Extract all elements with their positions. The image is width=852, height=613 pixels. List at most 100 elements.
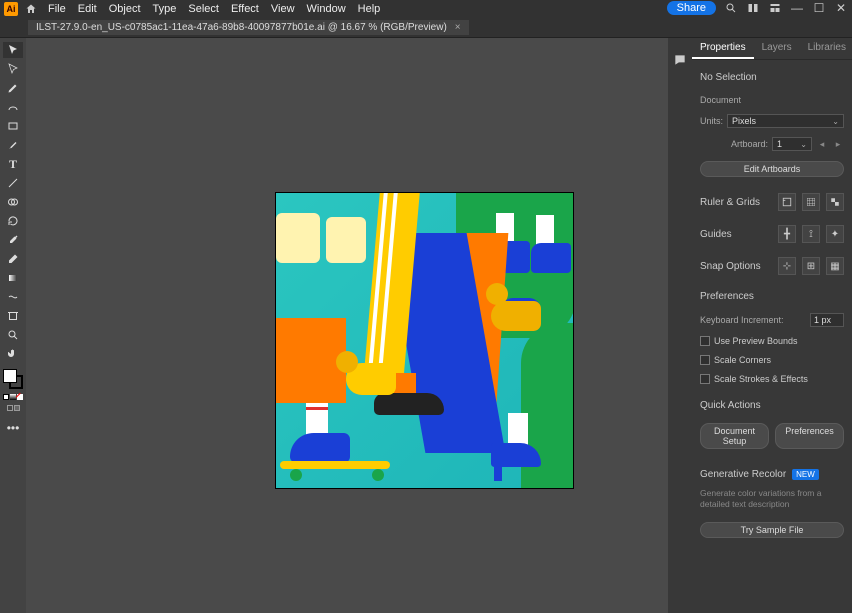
hand-tool-icon[interactable]	[3, 346, 23, 362]
type-tool-icon[interactable]: T	[3, 156, 23, 172]
artboard-tool-icon[interactable]	[3, 308, 23, 324]
use-preview-bounds-checkbox[interactable]: Use Preview Bounds	[700, 336, 844, 346]
workspace-icon[interactable]	[768, 1, 782, 15]
eraser-tool-icon[interactable]	[3, 251, 23, 267]
new-badge: NEW	[792, 469, 819, 480]
menu-items: File Edit Object Type Select Effect View…	[48, 3, 380, 15]
generative-recolor-desc: Generate color variations from a detaile…	[700, 488, 844, 510]
selection-tool-icon[interactable]	[3, 42, 23, 58]
home-icon[interactable]	[24, 2, 38, 16]
smart-guides-icon[interactable]: ✦	[826, 225, 844, 243]
ruler-icon[interactable]	[778, 193, 796, 211]
snap-point-icon[interactable]: ⊹	[778, 257, 796, 275]
tab-layers[interactable]: Layers	[754, 38, 800, 59]
cb-label: Scale Strokes & Effects	[714, 374, 808, 384]
units-label: Units:	[700, 116, 723, 126]
no-selection-label: No Selection	[700, 72, 844, 83]
chevron-down-icon: ⌄	[832, 117, 839, 126]
scale-corners-checkbox[interactable]: Scale Corners	[700, 355, 844, 365]
artboard-dropdown[interactable]: 1 ⌄	[772, 137, 812, 151]
quick-actions-label: Quick Actions	[700, 400, 844, 411]
maximize-icon[interactable]: ☐	[812, 1, 826, 15]
document-tabbar: ILST-27.9.0-en_US-c0785ac1-11ea-47a6-89b…	[0, 18, 852, 38]
minimize-icon[interactable]: —	[790, 1, 804, 15]
fill-swatch[interactable]	[3, 369, 17, 383]
curvature-tool-icon[interactable]	[3, 99, 23, 115]
rotate-tool-icon[interactable]	[3, 213, 23, 229]
tab-title: ILST-27.9.0-en_US-c0785ac1-11ea-47a6-89b…	[36, 22, 447, 33]
document-section-label: Document	[700, 95, 844, 105]
menu-type[interactable]: Type	[153, 3, 177, 15]
width-tool-icon[interactable]	[3, 289, 23, 305]
key-increment-label: Keyboard Increment:	[700, 315, 806, 325]
workspace: T •••	[0, 38, 852, 613]
document-setup-button[interactable]: Document Setup	[700, 423, 769, 449]
artboard-label: Artboard:	[731, 139, 768, 149]
prev-artboard-button[interactable]: ◂	[816, 139, 828, 150]
rectangle-tool-icon[interactable]	[3, 118, 23, 134]
draw-mode-icons[interactable]	[7, 405, 20, 411]
show-guides-icon[interactable]: ╋	[778, 225, 796, 243]
right-dock-strip	[668, 38, 692, 613]
edit-toolbar-icon[interactable]: •••	[3, 420, 23, 436]
direct-selection-tool-icon[interactable]	[3, 61, 23, 77]
pen-tool-icon[interactable]	[3, 80, 23, 96]
menu-window[interactable]: Window	[307, 3, 346, 15]
cb-label: Scale Corners	[714, 355, 771, 365]
gradient-tool-icon[interactable]	[3, 270, 23, 286]
scale-strokes-checkbox[interactable]: Scale Strokes & Effects	[700, 374, 844, 384]
shape-builder-tool-icon[interactable]	[3, 194, 23, 210]
tab-close-icon[interactable]: ×	[455, 22, 461, 33]
cb-label: Use Preview Bounds	[714, 336, 798, 346]
snap-options-label: Snap Options	[700, 261, 761, 272]
guides-label: Guides	[700, 229, 732, 240]
units-dropdown[interactable]: Pixels ⌄	[727, 114, 844, 128]
chevron-down-icon: ⌄	[800, 140, 807, 149]
units-value: Pixels	[732, 116, 756, 126]
menu-help[interactable]: Help	[358, 3, 381, 15]
arrange-icon[interactable]	[746, 1, 760, 15]
menubar: Ai File Edit Object Type Select Effect V…	[0, 0, 852, 18]
tab-libraries[interactable]: Libraries	[800, 38, 852, 59]
artboard-value: 1	[777, 139, 782, 149]
artboard[interactable]	[276, 193, 573, 488]
menubar-right: Share — ☐ ✕	[667, 1, 848, 15]
panel-tabs: Properties Layers Libraries	[692, 38, 852, 60]
menu-edit[interactable]: Edit	[78, 3, 97, 15]
tab-properties[interactable]: Properties	[692, 38, 754, 59]
zoom-tool-icon[interactable]	[3, 327, 23, 343]
menu-effect[interactable]: Effect	[231, 3, 259, 15]
key-increment-input[interactable]	[810, 313, 844, 327]
comments-icon[interactable]	[670, 52, 690, 68]
menu-object[interactable]: Object	[109, 3, 141, 15]
next-artboard-button[interactable]: ▸	[832, 139, 844, 150]
transparency-grid-icon[interactable]	[826, 193, 844, 211]
search-icon[interactable]	[724, 1, 738, 15]
edit-artboards-button[interactable]: Edit Artboards	[700, 161, 844, 177]
snap-pixel-icon[interactable]: ▦	[826, 257, 844, 275]
menu-file[interactable]: File	[48, 3, 66, 15]
eyedropper-tool-icon[interactable]	[3, 232, 23, 248]
share-button[interactable]: Share	[667, 1, 716, 15]
close-icon[interactable]: ✕	[834, 1, 848, 15]
generative-recolor-label: Generative Recolor	[700, 469, 786, 480]
snap-grid-icon[interactable]: ⊞	[802, 257, 820, 275]
preferences-button[interactable]: Preferences	[775, 423, 844, 449]
fill-stroke-swatch[interactable]	[3, 369, 23, 389]
toolbox: T •••	[0, 38, 26, 613]
ruler-grids-label: Ruler & Grids	[700, 197, 760, 208]
menu-view[interactable]: View	[271, 3, 295, 15]
line-tool-icon[interactable]	[3, 175, 23, 191]
preferences-label: Preferences	[700, 291, 844, 302]
app-logo: Ai	[4, 2, 18, 16]
menu-select[interactable]: Select	[188, 3, 219, 15]
paintbrush-tool-icon[interactable]	[3, 137, 23, 153]
canvas-area[interactable]	[26, 38, 668, 613]
grid-icon[interactable]	[802, 193, 820, 211]
try-sample-file-button[interactable]: Try Sample File	[700, 522, 844, 538]
artwork-illustration	[276, 193, 573, 488]
document-tab[interactable]: ILST-27.9.0-en_US-c0785ac1-11ea-47a6-89b…	[28, 20, 469, 35]
properties-panel: Properties Layers Libraries No Selection…	[692, 38, 852, 613]
color-mode-icons[interactable]	[3, 394, 23, 400]
lock-guides-icon[interactable]: ⟟	[802, 225, 820, 243]
